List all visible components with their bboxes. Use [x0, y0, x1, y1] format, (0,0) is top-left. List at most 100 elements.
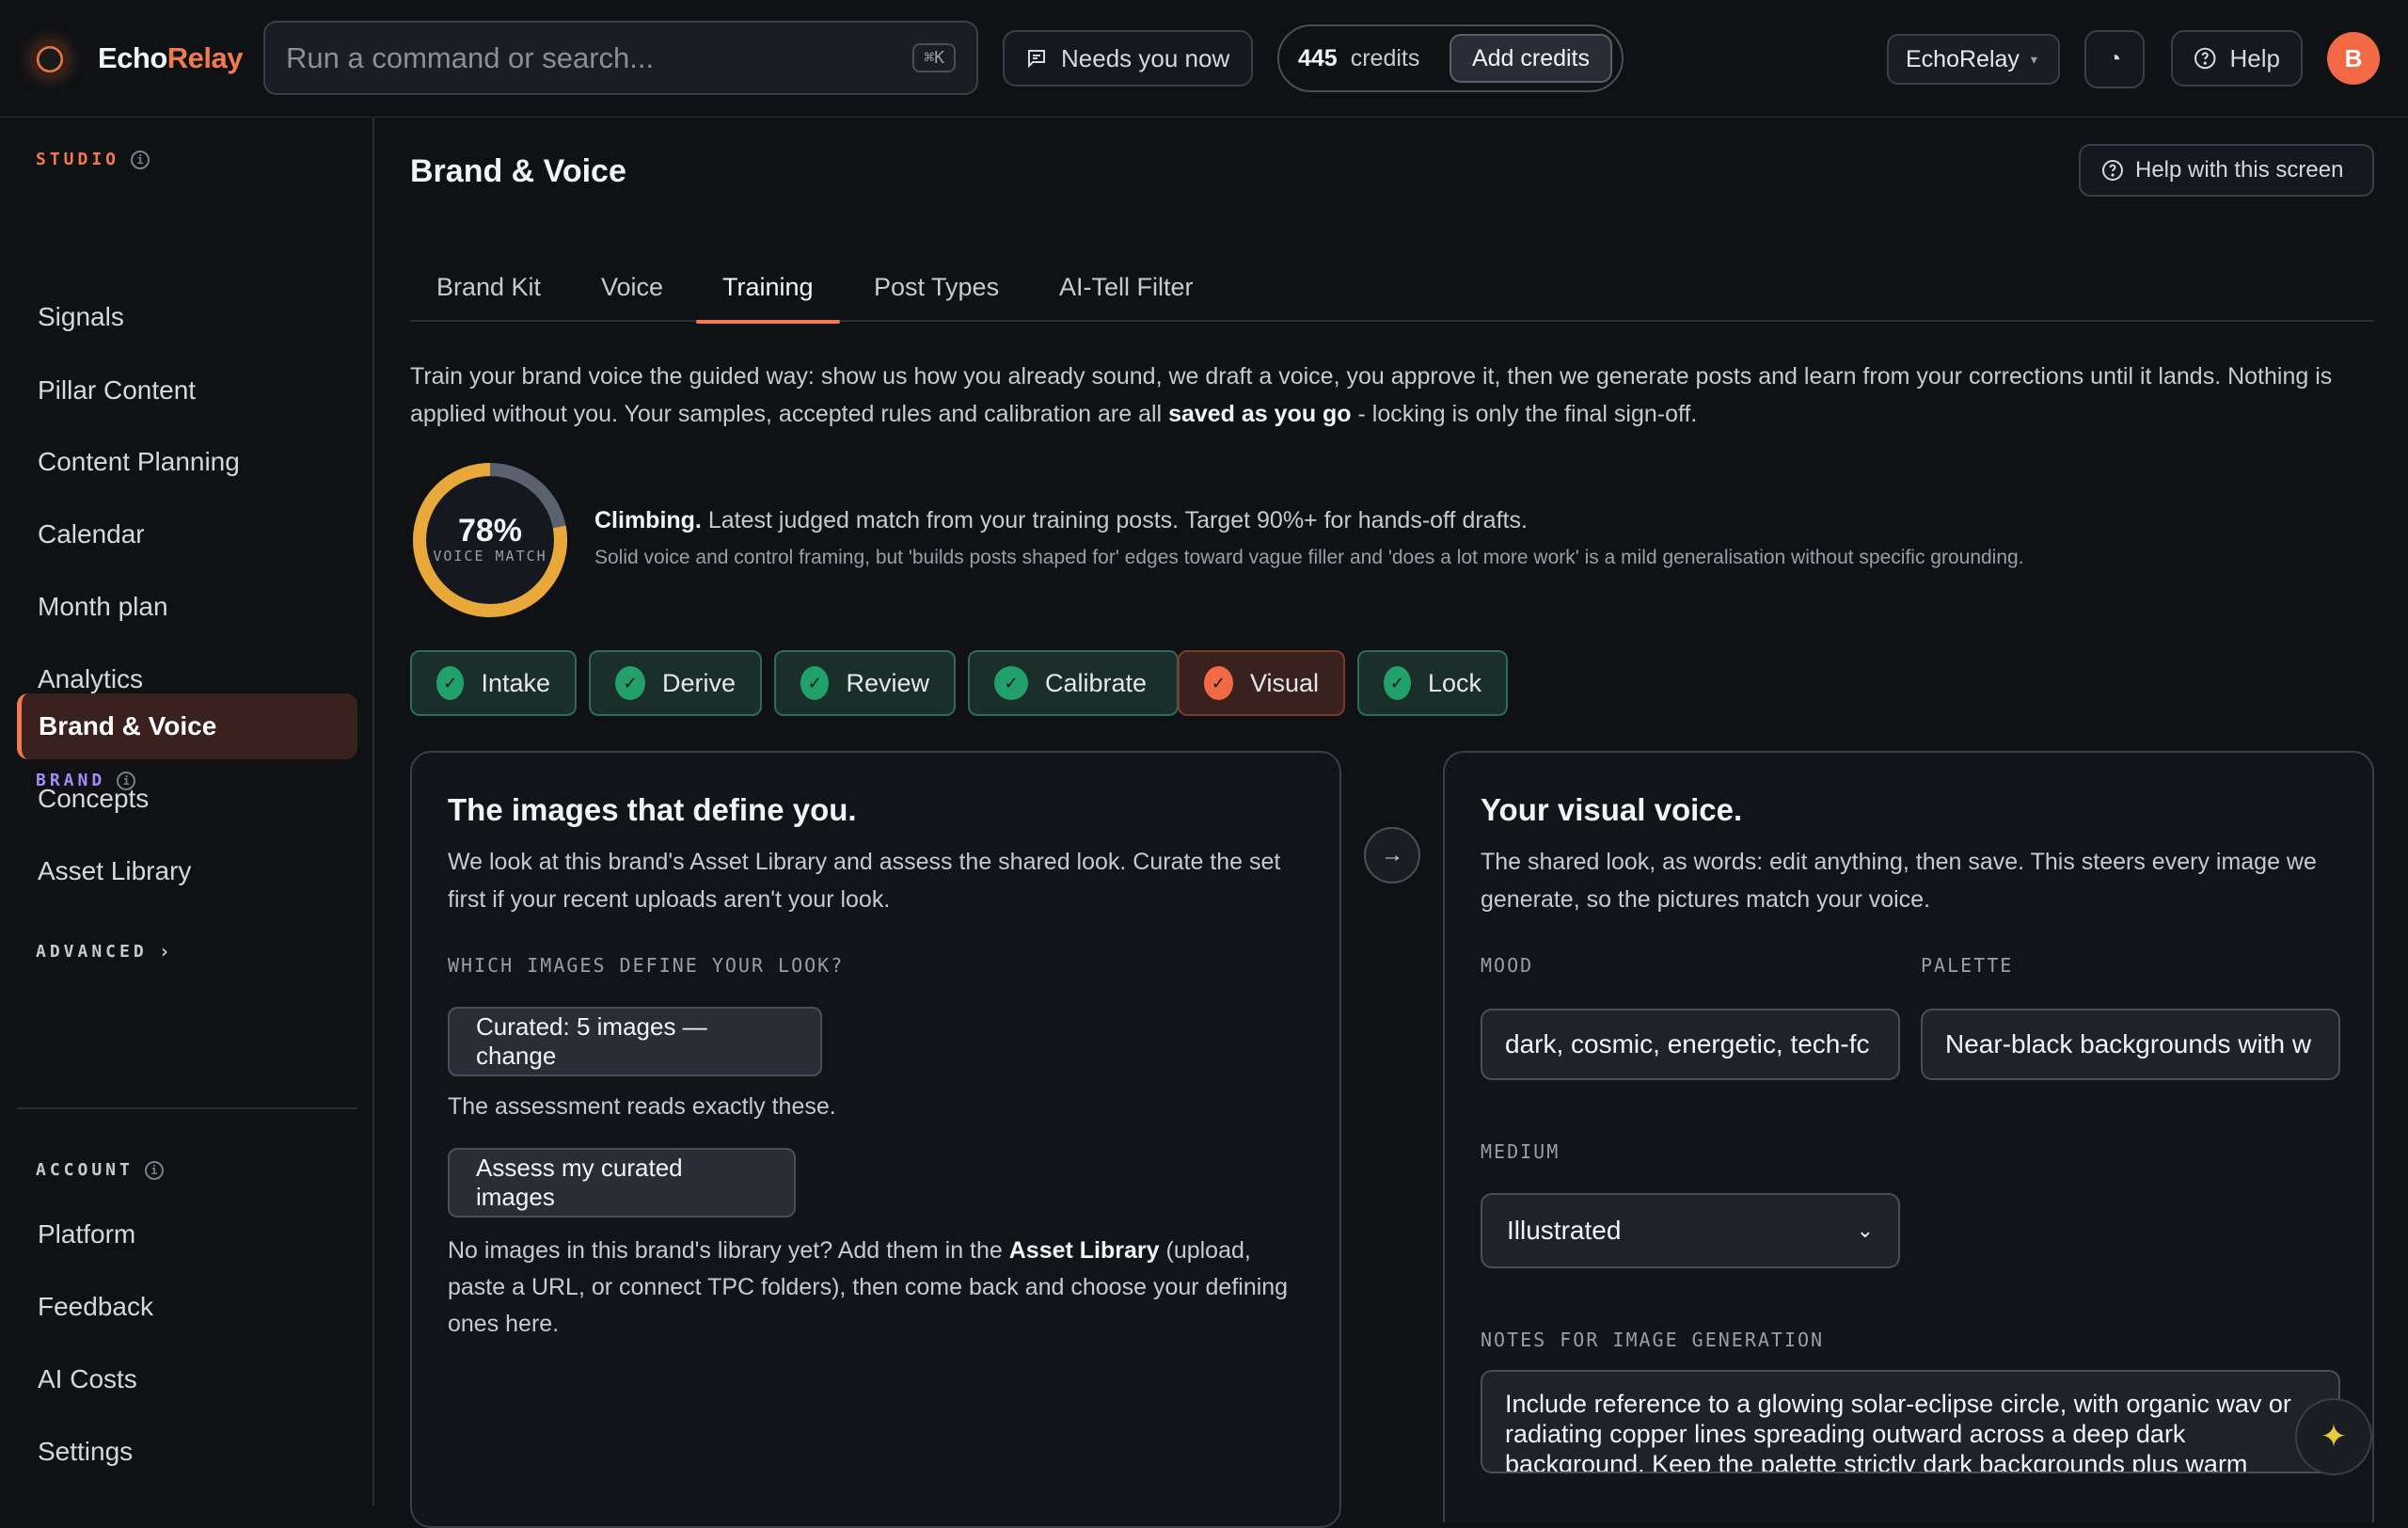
half-circle-icon: ◔	[2107, 46, 2122, 72]
tab-voice[interactable]: Voice	[601, 263, 663, 322]
empty-library-note: No images in this brand's library yet? A…	[448, 1233, 1313, 1343]
main-content: Brand & Voice Help with this screen Bran…	[376, 118, 2408, 1528]
advanced-label: ADVANCED	[36, 941, 148, 962]
sidebar-item-concepts[interactable]: Concepts	[17, 766, 357, 832]
status-text: Latest judged match from your training p…	[701, 507, 1528, 533]
chevron-down-icon: ▾	[2030, 51, 2037, 67]
voice-match-detail: Solid voice and control framing, but 'bu…	[594, 547, 2024, 568]
help-label: Help	[2229, 43, 2280, 72]
tab-brand-kit[interactable]: Brand Kit	[436, 263, 541, 322]
add-credits-button[interactable]: Add credits	[1449, 34, 1612, 83]
images-card-title: The images that define you.	[448, 792, 857, 827]
sparkle-icon: ✦	[2320, 1419, 2348, 1455]
credits-widget: 445 credits Add credits	[1277, 24, 1624, 92]
step-intake[interactable]: ✓ Intake	[410, 650, 577, 716]
theme-toggle-button[interactable]: ◔	[2084, 30, 2145, 88]
step-visual[interactable]: ✓ Visual	[1178, 650, 1345, 716]
sidebar-item-settings[interactable]: Settings	[17, 1419, 357, 1485]
mood-input[interactable]: dark, cosmic, energetic, tech-fc	[1481, 1009, 1900, 1080]
check-icon: ✓	[615, 666, 645, 700]
intro-text-end: - locking is only the final sign-off.	[1351, 401, 1698, 427]
sidebar-item-month-plan[interactable]: Month plan	[17, 574, 357, 640]
curated-images-button[interactable]: Curated: 5 images — change	[448, 1007, 822, 1076]
sidebar-item-signals[interactable]: Signals	[17, 284, 357, 350]
sidebar-item-calendar[interactable]: Calendar	[17, 501, 357, 567]
mood-label: MOOD	[1481, 954, 1534, 977]
logo-icon	[32, 41, 68, 77]
chevron-down-icon: ⌄	[1856, 1218, 1874, 1242]
sidebar-divider	[17, 1107, 357, 1109]
intro-bold: saved as you go	[1168, 401, 1352, 427]
step-lock[interactable]: ✓ Lock	[1357, 650, 1508, 716]
sidebar-item-platform[interactable]: Platform	[17, 1202, 357, 1267]
logo-text-a: Echo	[98, 41, 167, 74]
question-icon	[2102, 160, 2123, 181]
sidebar-item-brand-voice[interactable]: Brand & Voice	[17, 693, 357, 759]
account-label: ACCOUNT	[36, 1160, 134, 1180]
notes-label: NOTES FOR IMAGE GENERATION	[1481, 1329, 1825, 1351]
help-screen-label: Help with this screen	[2135, 157, 2344, 183]
question-icon	[2194, 47, 2216, 70]
needs-label: Needs you now	[1061, 43, 1230, 72]
assess-images-button[interactable]: Assess my curated images	[448, 1148, 796, 1218]
search-input[interactable]	[286, 40, 956, 75]
images-card-desc: We look at this brand's Asset Library an…	[448, 849, 1281, 913]
tab-post-types[interactable]: Post Types	[874, 263, 999, 322]
sidebar-item-ai-costs[interactable]: AI Costs	[17, 1346, 357, 1412]
help-button[interactable]: Help	[2171, 30, 2303, 87]
credits-value: 445	[1298, 44, 1338, 72]
app-logo[interactable]: EchoRelay	[98, 41, 244, 75]
notes-textarea[interactable]: Include reference to a glowing solar-ecl…	[1481, 1370, 2340, 1473]
info-icon[interactable]: i	[144, 1160, 164, 1180]
visual-voice-title: Your visual voice.	[1481, 792, 1743, 827]
step-label: Calibrate	[1045, 668, 1148, 697]
training-intro: Train your brand voice the guided way: s…	[410, 358, 2376, 433]
check-icon: ✓	[436, 666, 465, 700]
avatar[interactable]: B	[2327, 32, 2380, 85]
needs-you-now-button[interactable]: Needs you now	[1003, 30, 1253, 87]
voice-match-percent: 78%	[457, 513, 523, 549]
brand-switcher[interactable]: EchoRelay ▾	[1887, 34, 2060, 85]
page-title: Brand & Voice	[410, 153, 626, 189]
assessment-note: The assessment reads exactly these.	[448, 1093, 836, 1120]
assistant-fab[interactable]: ✦	[2295, 1398, 2372, 1475]
check-icon: ✓	[1384, 666, 1411, 700]
info-icon[interactable]: i	[131, 150, 150, 169]
asset-library-link[interactable]: Asset Library	[1009, 1237, 1160, 1264]
sidebar-item-pillar-content[interactable]: Pillar Content	[17, 358, 357, 423]
voice-match-label: VOICE MATCH	[433, 548, 547, 565]
images-define-card: The images that define you. We look at t…	[410, 751, 1341, 1528]
step-derive[interactable]: ✓ Derive	[589, 650, 762, 716]
sidebar-item-content-planning[interactable]: Content Planning	[17, 429, 357, 495]
medium-select[interactable]: Illustrated ⌄	[1481, 1193, 1900, 1268]
help-with-screen-button[interactable]: Help with this screen	[2079, 144, 2374, 197]
step-review[interactable]: ✓ Review	[774, 650, 956, 716]
visual-voice-desc: The shared look, as words: edit anything…	[1481, 849, 2317, 913]
check-icon: ✓	[1204, 666, 1233, 700]
section-label-account: ACCOUNT i	[36, 1160, 164, 1180]
step-label: Derive	[661, 668, 736, 697]
tab-bar: Brand Kit Voice Training Post Types AI-T…	[410, 263, 2374, 324]
shortcut-hint: ⌘K	[912, 43, 956, 72]
sidebar-item-feedback[interactable]: Feedback	[17, 1274, 357, 1340]
chevron-right-icon: ›	[158, 940, 170, 963]
step-calibrate[interactable]: ✓ Calibrate	[968, 650, 1179, 716]
arrow-right-icon: →	[1364, 827, 1420, 883]
studio-label: STUDIO	[36, 150, 120, 169]
section-label-advanced[interactable]: ADVANCED ›	[36, 940, 170, 963]
palette-label: PALETTE	[1921, 954, 2014, 977]
command-search[interactable]: ⌘K	[263, 21, 978, 95]
visual-voice-card: Your visual voice. The shared look, as w…	[1443, 751, 2374, 1522]
medium-label: MEDIUM	[1481, 1140, 1560, 1163]
sidebar-item-asset-library[interactable]: Asset Library	[17, 838, 357, 904]
credits-label: credits	[1350, 44, 1420, 72]
top-bar: EchoRelay ⌘K Needs you now 445 credits A…	[0, 0, 2408, 118]
tab-ai-tell-filter[interactable]: AI-Tell Filter	[1059, 263, 1194, 322]
palette-input[interactable]: Near-black backgrounds with w	[1921, 1009, 2340, 1080]
sidebar: STUDIO i Signals Pillar Content Content …	[0, 118, 374, 1505]
medium-value: Illustrated	[1507, 1216, 1622, 1245]
tab-training[interactable]: Training	[696, 263, 839, 324]
empty-note-text: No images in this brand's library yet? A…	[448, 1237, 1009, 1264]
logo-text-b: Relay	[166, 41, 244, 74]
brand-switcher-label: EchoRelay	[1906, 45, 2020, 72]
